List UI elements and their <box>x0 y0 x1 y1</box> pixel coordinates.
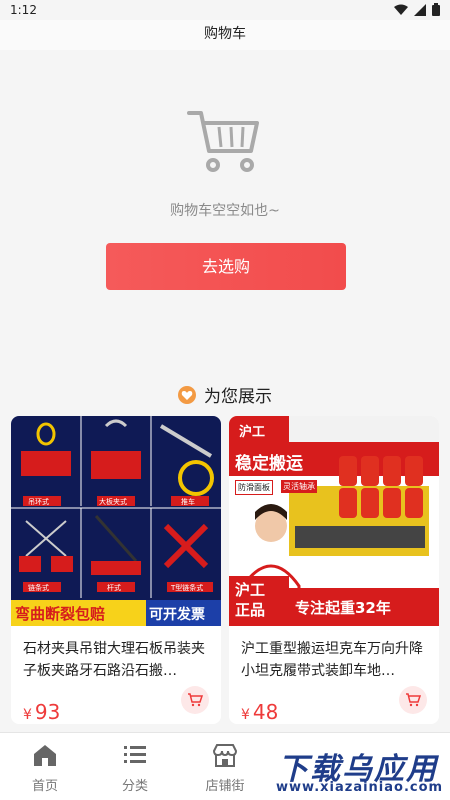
list-icon <box>124 746 146 763</box>
product-price: ¥93 <box>23 700 60 724</box>
currency-symbol: ¥ <box>23 707 32 723</box>
add-to-cart-button[interactable] <box>399 686 427 714</box>
empty-message: 购物车空空如也~ <box>170 203 280 219</box>
store-icon <box>212 744 238 767</box>
product-title: 沪工重型搬运坦克车万向升降小坦克履带式装卸车地… <box>241 641 423 679</box>
tab-category[interactable]: 分类 <box>90 741 180 794</box>
image-slogan: 专注起重32年 <box>295 599 391 617</box>
empty-cart-illustration <box>0 105 450 179</box>
product-title: 石材夹具吊钳大理石板吊装夹子板夹路牙石路沿石搬… <box>23 641 205 679</box>
cart-icon <box>187 111 259 172</box>
price-value: 93 <box>34 700 61 724</box>
heart-icon <box>178 386 196 404</box>
battery-icon <box>432 3 440 16</box>
image-label: T型链条式 <box>171 584 204 592</box>
price-value: 48 <box>252 700 279 724</box>
watermark-url: www.xiazainiao.com <box>276 780 444 795</box>
image-banner-left: 弯曲断裂包赔 <box>15 605 106 623</box>
image-label: 链条式 <box>28 584 49 592</box>
image-tag: 灵活轴承 <box>281 480 317 493</box>
cart-icon <box>406 693 421 707</box>
product-image: 吊环式 大板夹式 推车 链条式 杆式 T型链条式 弯曲断裂包赔 可开发票 <box>11 416 221 626</box>
status-bar: 1:12 <box>0 0 450 20</box>
image-tag: 防滑面板 <box>235 480 273 495</box>
watermark: 下载乌应用 www.xiazainiao.com <box>270 742 448 798</box>
currency-symbol: ¥ <box>241 707 250 723</box>
recommend-title: 为您展示 <box>204 387 272 407</box>
image-badge: 沪工 正品 <box>235 581 266 619</box>
brand-logo: 沪工 <box>239 425 266 440</box>
status-icons <box>394 3 440 16</box>
recommend-header: 为您展示 <box>0 382 450 407</box>
page-title: 购物车 <box>204 26 246 42</box>
tab-shop-street[interactable]: 店铺街 <box>180 741 270 794</box>
cart-icon <box>188 693 203 707</box>
status-time: 1:12 <box>10 3 37 17</box>
add-to-cart-button[interactable] <box>181 686 209 714</box>
tab-label: 首页 <box>31 779 58 794</box>
image-label: 推车 <box>181 498 195 506</box>
image-label: 吊环式 <box>28 498 49 506</box>
image-label: 杆式 <box>107 584 121 592</box>
signal-icon <box>414 3 426 16</box>
tab-label: 店铺街 <box>205 779 245 794</box>
product-image: 沪工 稳定搬运 防滑面板 灵活轴承 沪工 正品 专注起重32年 <box>229 416 439 626</box>
tab-home[interactable]: 首页 <box>0 741 90 794</box>
product-card[interactable]: 吊环式 大板夹式 推车 链条式 杆式 T型链条式 弯曲断裂包赔 可开发票 石材夹… <box>11 416 221 724</box>
image-banner-right: 可开发票 <box>149 607 205 623</box>
wifi-icon <box>394 4 408 15</box>
product-price: ¥48 <box>241 700 278 724</box>
image-headline: 稳定搬运 <box>235 454 303 474</box>
tab-label: 分类 <box>121 779 148 794</box>
home-icon <box>34 745 56 766</box>
go-shopping-button[interactable]: 去选购 <box>106 243 346 290</box>
product-card[interactable]: 沪工 稳定搬运 防滑面板 灵活轴承 沪工 正品 专注起重32年 沪工重型搬运坦克… <box>229 416 439 724</box>
header: 购物车 <box>0 20 450 50</box>
image-label: 大板夹式 <box>99 498 127 506</box>
